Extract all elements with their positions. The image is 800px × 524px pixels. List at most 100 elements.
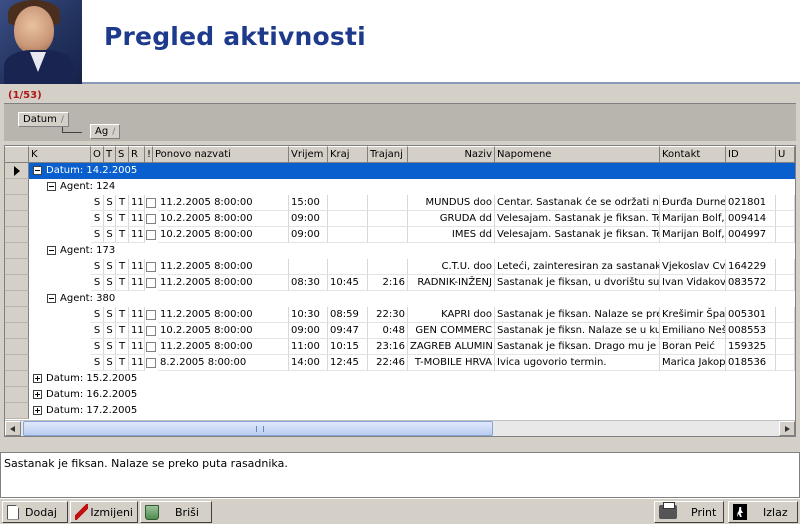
group-row-date[interactable]: Datum: 14.2.2005 — [29, 163, 795, 179]
table-row[interactable]: S S T 11 10.2.2005 8:00:00 09:00 IMES dd… — [29, 227, 795, 243]
priority-checkbox[interactable] — [146, 278, 156, 288]
cell-napomene: Centar. Sastanak će se održati na — [495, 195, 660, 211]
cell-kraj — [328, 259, 368, 275]
cell-u — [776, 355, 795, 371]
cell-o: S — [91, 195, 104, 211]
add-button-label: Dodaj — [25, 505, 57, 519]
horizontal-scrollbar[interactable] — [5, 420, 795, 436]
column-priority[interactable]: ! — [145, 146, 153, 163]
priority-checkbox[interactable] — [146, 310, 156, 320]
column-id[interactable]: ID — [726, 146, 776, 163]
expand-icon[interactable] — [33, 390, 42, 399]
table-row[interactable]: S S T 11 11.2.2005 8:00:00 11:00 10:15 2… — [29, 339, 795, 355]
add-button[interactable]: Dodaj — [2, 501, 68, 523]
priority-checkbox[interactable] — [146, 342, 156, 352]
edit-button[interactable]: Izmijeni — [70, 501, 138, 523]
group-chip-datum[interactable]: Datum / — [18, 112, 69, 127]
column-t[interactable]: T — [104, 146, 116, 163]
cell-id: 004997 — [726, 227, 776, 243]
page-title: Pregled aktivnosti — [104, 22, 366, 51]
scroll-thumb[interactable] — [23, 421, 493, 436]
collapse-icon[interactable] — [47, 294, 56, 303]
cell-naziv: ZAGREB ALUMIN — [408, 339, 495, 355]
table-row[interactable]: S S T 11 11.2.2005 8:00:00 15:00 MUNDUS … — [29, 195, 795, 211]
row-header — [5, 179, 29, 195]
cell-naziv: GEN COMMERC — [408, 323, 495, 339]
expand-icon[interactable] — [33, 374, 42, 383]
collapse-icon[interactable] — [47, 246, 56, 255]
cell-t: S — [104, 227, 116, 243]
scroll-right-button[interactable] — [779, 421, 795, 436]
group-row-agent[interactable]: Agent: 124 — [29, 179, 795, 195]
cell-naziv: KAPRI doo — [408, 307, 495, 323]
cell-s: T — [116, 355, 129, 371]
cell-trajanj — [368, 211, 408, 227]
cell-s: T — [116, 259, 129, 275]
column-r[interactable]: R — [129, 146, 145, 163]
cell-kontakt: Marijan Bolf, — [660, 211, 726, 227]
cell-naziv: RADNIK-INŽENJ — [408, 275, 495, 291]
column-u[interactable]: U — [776, 146, 795, 163]
cell-r: 11 — [129, 307, 145, 323]
cell-naziv: MUNDUS doo — [408, 195, 495, 211]
collapse-icon[interactable] — [47, 182, 56, 191]
cell-kraj — [328, 195, 368, 211]
priority-checkbox[interactable] — [146, 198, 156, 208]
group-label: Datum: 14.2.2005 — [46, 165, 138, 176]
cell-kontakt: Emiliano Neš — [660, 323, 726, 339]
cell-u — [776, 339, 795, 355]
expand-icon[interactable] — [33, 406, 42, 415]
column-trajanj[interactable]: Trajanj — [368, 146, 408, 163]
column-naziv[interactable]: Naziv — [408, 146, 495, 163]
priority-checkbox[interactable] — [146, 358, 156, 368]
cell-r: 11 — [129, 323, 145, 339]
column-k[interactable]: K — [29, 146, 91, 163]
cell-vrijem: 15:00 — [289, 195, 328, 211]
table-row[interactable]: S S T 11 10.2.2005 8:00:00 09:00 09:47 0… — [29, 323, 795, 339]
cell-naziv: C.T.U. doo — [408, 259, 495, 275]
cell-vrijem: 09:00 — [289, 227, 328, 243]
table-row[interactable]: S S T 11 11.2.2005 8:00:00 C.T.U. doo Le… — [29, 259, 795, 275]
column-ponovo-nazvati[interactable]: Ponovo nazvati — [153, 146, 289, 163]
table-row[interactable]: S S T 11 8.2.2005 8:00:00 14:00 12:45 22… — [29, 355, 795, 371]
cell-ponovo-nazvati: 10.2.2005 8:00:00 — [158, 211, 289, 227]
priority-checkbox[interactable] — [146, 326, 156, 336]
group-row-date[interactable]: Datum: 17.2.2005 — [29, 403, 795, 419]
group-chip-agent[interactable]: Ag / — [90, 124, 121, 139]
column-s[interactable]: S — [116, 146, 129, 163]
row-header — [5, 211, 29, 227]
group-row-date[interactable]: Datum: 16.2.2005 — [29, 387, 795, 403]
cell-r: 11 — [129, 339, 145, 355]
exit-button-label: Izlaz — [763, 505, 788, 519]
note-textarea[interactable]: Sastanak je fiksan. Nalaze se preko puta… — [0, 452, 800, 498]
cell-napomene: Velesajam. Sastanak je fiksan. Tel. — [495, 227, 660, 243]
row-header — [5, 355, 29, 371]
delete-button[interactable]: Briši — [140, 501, 212, 523]
chevron-right-icon — [785, 426, 790, 432]
collapse-icon[interactable] — [33, 166, 42, 175]
column-kraj[interactable]: Kraj — [328, 146, 368, 163]
group-row-date[interactable]: Datum: 15.2.2005 — [29, 371, 795, 387]
bottom-toolbar: Dodaj Izmijeni Briši Print Izlaz — [0, 498, 800, 524]
cell-t: S — [104, 339, 116, 355]
column-kontakt[interactable]: Kontakt — [660, 146, 726, 163]
scroll-left-button[interactable] — [5, 421, 21, 436]
column-vrijem[interactable]: Vrijem — [289, 146, 328, 163]
exit-icon — [733, 504, 747, 520]
cell-r: 11 — [129, 195, 145, 211]
column-o[interactable]: O — [91, 146, 104, 163]
table-row[interactable]: S S T 11 11.2.2005 8:00:00 08:30 10:45 2… — [29, 275, 795, 291]
priority-checkbox[interactable] — [146, 230, 156, 240]
priority-checkbox[interactable] — [146, 262, 156, 272]
column-napomene[interactable]: Napomene — [495, 146, 660, 163]
row-header-current[interactable] — [5, 163, 29, 179]
priority-checkbox[interactable] — [146, 214, 156, 224]
exit-button[interactable]: Izlaz — [728, 501, 798, 523]
table-row[interactable]: S S T 11 11.2.2005 8:00:00 10:30 08:59 2… — [29, 307, 795, 323]
group-row-agent[interactable]: Agent: 380 — [29, 291, 795, 307]
group-row-agent[interactable]: Agent: 173 — [29, 243, 795, 259]
cell-u — [776, 307, 795, 323]
print-button[interactable]: Print — [654, 501, 724, 523]
table-row[interactable]: S S T 11 10.2.2005 8:00:00 09:00 GRUDA d… — [29, 211, 795, 227]
cell-s: T — [116, 275, 129, 291]
